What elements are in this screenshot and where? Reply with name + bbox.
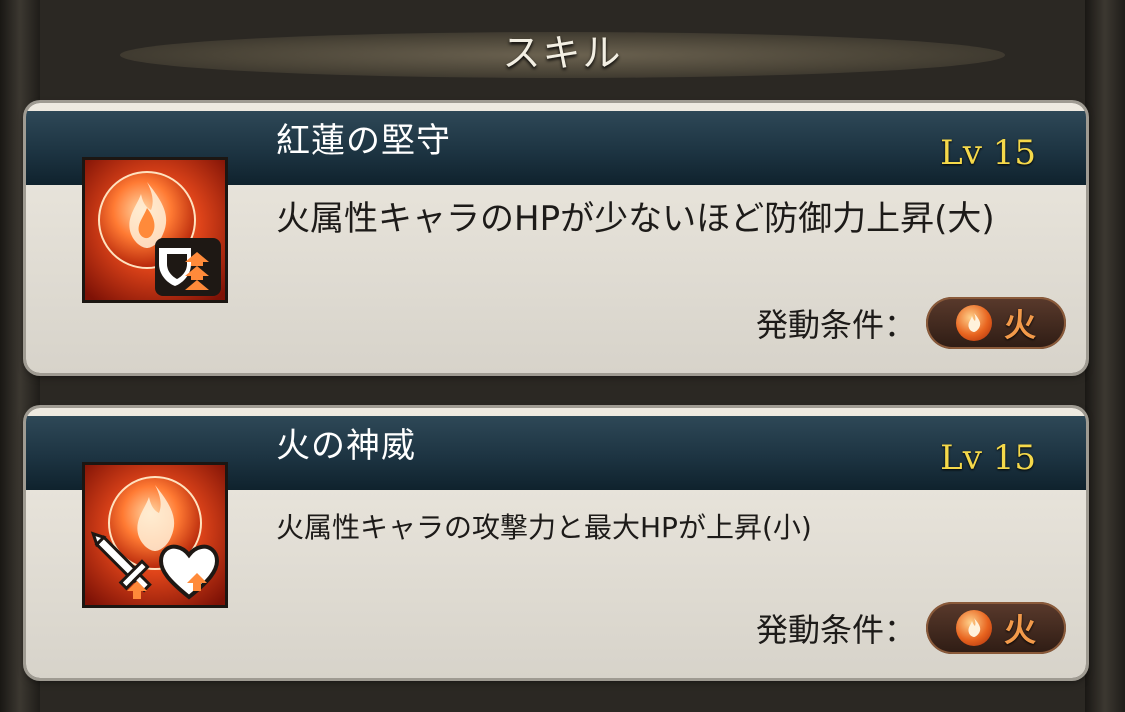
- skill-card[interactable]: 火の神威 Lv 15 火属性キャラの攻撃力と最大HPが上昇(小) 発動条件： 火: [26, 408, 1086, 678]
- skill-level: Lv 15: [940, 133, 1036, 173]
- skill-description: 火属性キャラのHPが少ないほど防御力上昇(大): [276, 199, 995, 239]
- activation-condition: 発動条件： 火: [756, 297, 1066, 349]
- page-title: スキル: [502, 31, 623, 75]
- fire-sword-heart-skill-icon: [82, 462, 228, 608]
- condition-label: 発動条件：: [755, 611, 916, 649]
- condition-label: 発動条件：: [755, 306, 916, 344]
- element-badge: 火: [926, 602, 1066, 654]
- skill-description: 火属性キャラの攻撃力と最大HPが上昇(小): [276, 511, 812, 544]
- skill-name: 紅蓮の堅守: [276, 121, 451, 161]
- skill-card[interactable]: 紅蓮の堅守 Lv 15 火属性キャラのHPが少ないほど防御力上昇(大) 発動条件…: [26, 103, 1086, 373]
- right-frame-border: [1085, 0, 1125, 712]
- element-label: 火: [1003, 611, 1036, 649]
- element-label: 火: [1003, 306, 1036, 344]
- fire-shield-skill-icon: [82, 157, 228, 303]
- fire-element-icon: [955, 610, 992, 646]
- element-badge: 火: [926, 297, 1066, 349]
- skill-level: Lv 15: [940, 438, 1036, 478]
- activation-condition: 発動条件： 火: [756, 602, 1066, 654]
- fire-element-icon: [955, 305, 992, 341]
- skill-name: 火の神威: [276, 426, 416, 466]
